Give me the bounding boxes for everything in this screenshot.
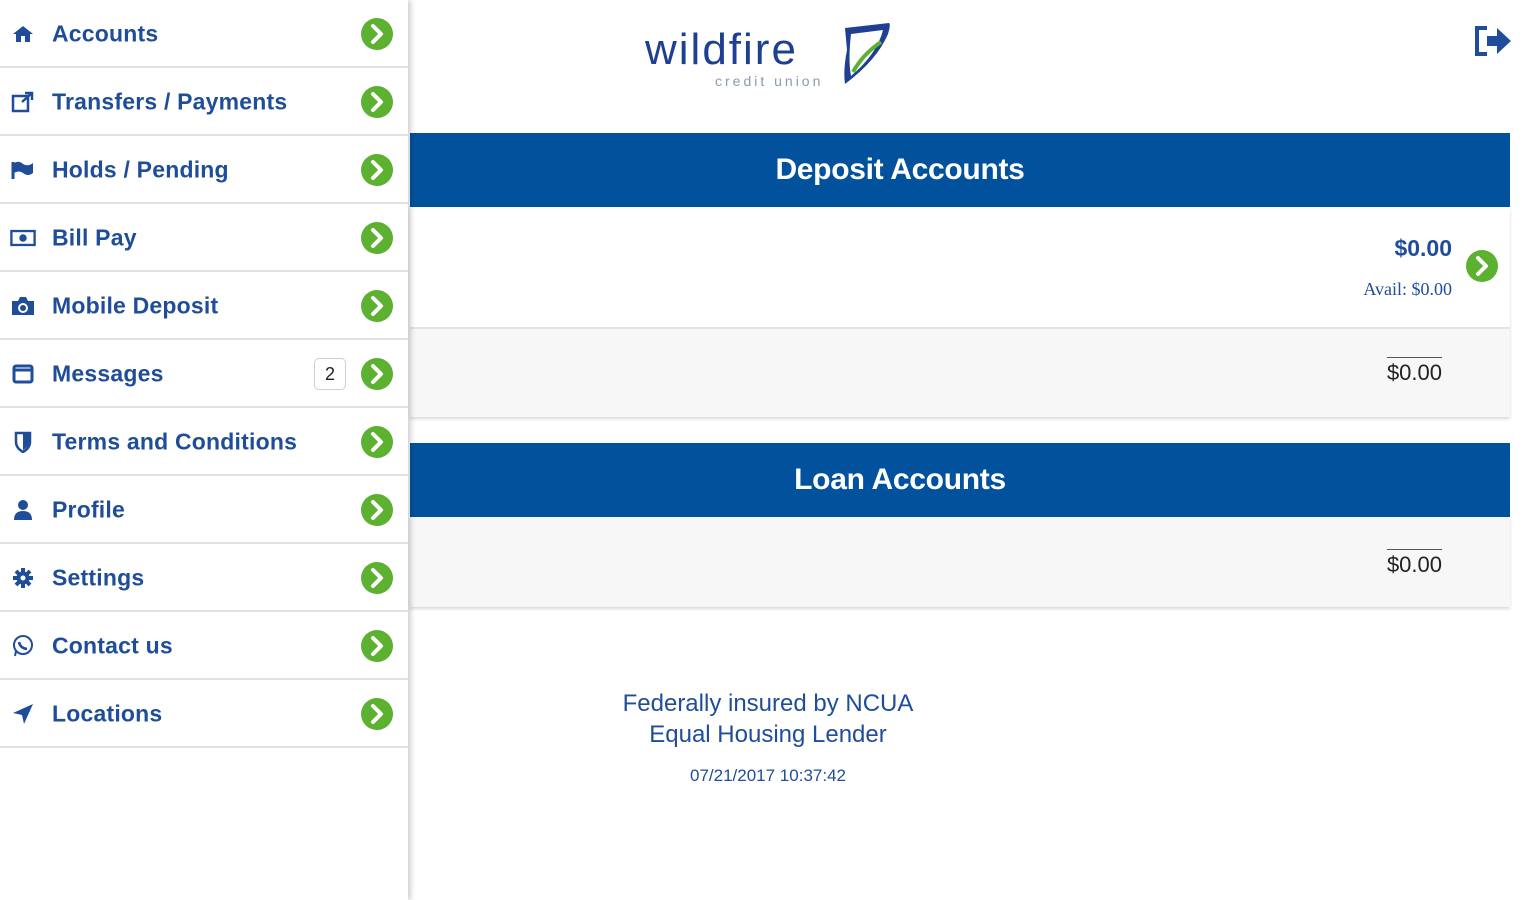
camera-icon [10,293,36,319]
sidebar-item-bill-pay[interactable]: Bill Pay [0,206,408,272]
last-updated-timestamp: 07/21/2017 10:37:42 [690,766,846,785]
sidebar-item-label: Locations [52,700,163,727]
sidebar-item-label: Bill Pay [52,224,137,251]
chevron-right-circle-icon[interactable] [360,85,394,119]
flag-icon [10,157,36,183]
sidebar-item-profile[interactable]: Profile [0,478,408,544]
logo-subtext: credit union [715,73,823,89]
logout-icon[interactable] [1473,24,1513,58]
equal-housing-notice: Equal Housing Lender [649,721,887,748]
sidebar-item-transfers-payments[interactable]: Transfers / Payments [0,70,408,136]
sidebar-item-label: Settings [52,564,145,591]
sidebar-item-label: Mobile Deposit [52,292,219,319]
user-icon [10,497,36,523]
home-icon [10,21,36,47]
sidebar-item-settings[interactable]: Settings [0,546,408,612]
deposit-account-row[interactable]: $0.00 Avail: $0.00 [410,207,1510,329]
chevron-right-circle-icon[interactable] [360,153,394,187]
account-balance: $0.00 [1394,235,1452,261]
chevron-right-circle-icon[interactable] [360,561,394,595]
loan-accounts-panel: $0.00 [410,517,1510,607]
logo-text: wildfire [645,25,798,74]
gear-icon [10,565,36,591]
sidebar-item-locations[interactable]: Locations [0,682,408,748]
sidebar-item-label: Messages [52,360,164,387]
account-available-balance: Avail: $0.00 [1363,279,1452,299]
loan-accounts-title: Loan Accounts [794,463,1006,496]
message-icon [10,361,36,387]
loan-total: $0.00 [1386,549,1442,578]
sidebar-item-label: Contact us [52,632,173,659]
sidebar: Accounts Transfers / Payments Holds / Pe… [0,0,408,900]
sidebar-item-holds-pending[interactable]: Holds / Pending [0,138,408,204]
sidebar-item-label: Terms and Conditions [52,428,298,455]
chevron-right-circle-icon[interactable] [360,357,394,391]
chevron-right-circle-icon[interactable] [1465,249,1499,283]
chevron-right-circle-icon[interactable] [360,697,394,731]
sidebar-item-mobile-deposit[interactable]: Mobile Deposit [0,274,408,340]
external-link-icon [10,89,36,115]
chevron-right-circle-icon[interactable] [360,493,394,527]
main-content: wildfire credit union Deposit Accounts $… [410,0,1536,900]
shield-icon [10,429,36,455]
wildfire-logo: wildfire credit union [645,23,890,89]
sidebar-menu: Accounts Transfers / Payments Holds / Pe… [0,2,408,748]
sidebar-item-label: Transfers / Payments [52,88,288,115]
deposit-accounts-title: Deposit Accounts [775,153,1025,186]
loan-accounts-header: Loan Accounts [410,443,1510,517]
deposit-accounts-header: Deposit Accounts [410,133,1510,207]
unread-count-badge: 2 [314,358,346,390]
chevron-right-circle-icon[interactable] [360,289,394,323]
sidebar-item-accounts[interactable]: Accounts [0,2,408,68]
chevron-right-circle-icon[interactable] [360,425,394,459]
whatsapp-icon [10,633,36,659]
footer: Federally insured by NCUA Equal Housing … [410,688,1126,786]
sidebar-item-label: Profile [52,496,125,523]
sidebar-item-label: Holds / Pending [52,156,229,183]
deposit-total: $0.00 [1386,357,1442,386]
sidebar-item-terms-and-conditions[interactable]: Terms and Conditions [0,410,408,476]
chevron-right-circle-icon[interactable] [360,221,394,255]
deposit-accounts-panel: $0.00 Avail: $0.00 $0.00 [410,207,1510,417]
sidebar-item-label: Accounts [52,20,159,47]
chevron-right-circle-icon[interactable] [360,17,394,51]
sidebar-item-messages[interactable]: Messages 2 [0,342,408,408]
chevron-right-circle-icon[interactable] [360,629,394,663]
sidebar-item-contact-us[interactable]: Contact us [0,614,408,680]
ncua-notice: Federally insured by NCUA [622,690,914,717]
location-arrow-icon [10,701,36,727]
money-icon [10,225,36,251]
